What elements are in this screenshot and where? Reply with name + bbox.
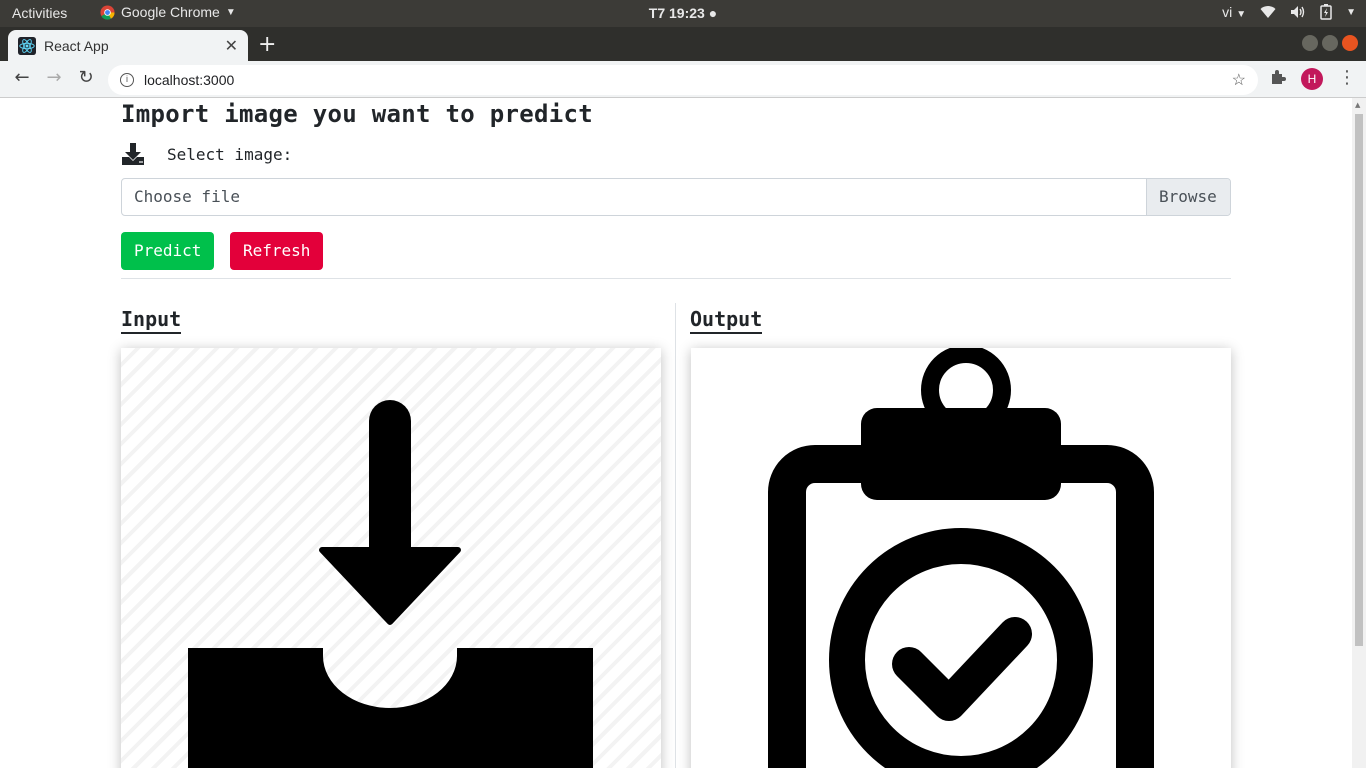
clipboard-check-icon: [768, 348, 1154, 768]
output-section-title: Output: [690, 306, 763, 334]
battery-icon: [1320, 4, 1332, 20]
extensions-icon[interactable]: [1270, 69, 1286, 85]
volume-icon: [1291, 6, 1305, 18]
predict-button[interactable]: Predict: [121, 232, 214, 270]
activities-button[interactable]: Activities: [12, 5, 67, 21]
chrome-icon: [100, 4, 115, 20]
select-image-row: Select image:: [121, 142, 292, 166]
wifi-icon: [1260, 6, 1276, 19]
caret-down-icon: ▼: [225, 6, 236, 18]
forward-icon[interactable]: →: [42, 67, 66, 88]
close-tab-icon[interactable]: ✕: [225, 36, 238, 56]
input-method[interactable]: vi ▼: [1222, 4, 1246, 20]
back-icon[interactable]: ←: [10, 67, 34, 88]
page-content: Import image you want to predict Select …: [0, 98, 1352, 768]
maximize-icon[interactable]: [1322, 35, 1338, 51]
caret-down-icon: ▼: [1346, 6, 1356, 18]
bookmark-star-icon[interactable]: ☆: [1232, 70, 1246, 90]
input-method-label: vi: [1222, 4, 1233, 20]
caret-down-icon: ▼: [1236, 9, 1247, 20]
output-image-card: [691, 348, 1231, 768]
address-bar[interactable]: i localhost:3000 ☆: [108, 65, 1258, 95]
select-image-label: Select image:: [167, 144, 293, 164]
url-text: localhost:3000: [144, 72, 235, 88]
tab-title: React App: [44, 37, 109, 54]
page-scrollbar[interactable]: ▲: [1352, 98, 1366, 768]
os-top-bar: Activities Google Chrome ▼ T7 19:23 ● vi…: [0, 0, 1366, 27]
inbox-download-icon: [188, 400, 593, 768]
window-controls: [1302, 35, 1358, 51]
scrollbar-thumb[interactable]: [1355, 114, 1363, 646]
download-icon: [122, 143, 144, 165]
chrome-menu-icon[interactable]: ⋮: [1338, 67, 1356, 88]
reload-icon[interactable]: ↻: [74, 67, 98, 88]
refresh-button[interactable]: Refresh: [230, 232, 323, 270]
input-section-title: Input: [121, 306, 182, 334]
browse-button[interactable]: Browse: [1146, 179, 1230, 215]
profile-avatar[interactable]: H: [1301, 68, 1323, 90]
minimize-icon[interactable]: [1302, 35, 1318, 51]
tab-strip: React App ✕ +: [0, 27, 1366, 61]
app-name: Google Chrome: [121, 4, 220, 20]
file-input-placeholder[interactable]: Choose file: [122, 179, 1146, 215]
react-logo-icon: [18, 36, 36, 55]
system-tray[interactable]: vi ▼ ▼: [1222, 4, 1356, 20]
app-menu[interactable]: Google Chrome ▼: [100, 4, 236, 20]
new-tab-icon[interactable]: +: [258, 32, 276, 57]
file-input[interactable]: Choose file Browse: [121, 178, 1231, 216]
page-title: Import image you want to predict: [121, 100, 593, 128]
site-info-icon[interactable]: i: [120, 73, 134, 87]
notification-dot-icon: ●: [708, 5, 718, 21]
browser-tab[interactable]: React App ✕: [8, 30, 248, 61]
column-divider: [675, 303, 676, 768]
browser-toolbar: ← → ↻ i localhost:3000 ☆ H ⋮: [0, 61, 1366, 98]
scroll-up-icon[interactable]: ▲: [1355, 101, 1360, 109]
clock[interactable]: T7 19:23: [649, 5, 705, 21]
input-image-card: [121, 348, 661, 768]
close-window-icon[interactable]: [1342, 35, 1358, 51]
divider: [121, 278, 1231, 279]
